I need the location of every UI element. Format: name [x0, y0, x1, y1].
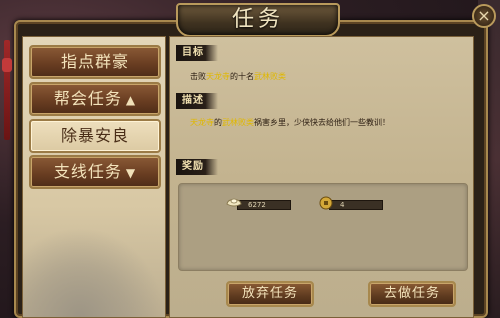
description-heading: 描述	[176, 93, 218, 109]
goal-text: 击败天龙寺的十名武林败类	[190, 71, 286, 83]
tab-label: 帮会任务	[53, 89, 122, 108]
desc-text-part: 的	[214, 118, 222, 127]
go-do-quest-button[interactable]: 去做任务	[368, 281, 456, 307]
goal-enemy-name: 武林败类	[254, 72, 286, 81]
tab-zhidian-qunhao[interactable]: 指点群豪	[29, 45, 161, 79]
tab-side-quests[interactable]: 支线任务 ▼	[29, 155, 161, 189]
reward-heading: 奖励	[176, 159, 218, 175]
desc-place-name: 天龙寺	[190, 118, 214, 127]
quest-detail-panel: 目标 击败天龙寺的十名武林败类 描述 天龙寺的武林败类祸害乡里，少侠快去给他们一…	[169, 36, 474, 318]
desc-text-part: 祸害乡里，少侠快去给他们一些教训！	[254, 118, 390, 127]
tab-guild-quests[interactable]: 帮会任务 ▲	[29, 82, 161, 116]
close-button[interactable]: ×	[472, 4, 496, 28]
coin-icon	[319, 196, 333, 210]
tab-label: 指点群豪	[60, 52, 129, 71]
mountain-painting-decoration	[23, 227, 165, 317]
goal-text-part: 击败	[190, 72, 206, 81]
desc-enemy-name: 武林败类	[222, 118, 254, 127]
chevron-down-icon: ▼	[125, 166, 137, 180]
silver-ingot-icon	[226, 198, 242, 207]
reward-silver-amount: 6272	[237, 200, 291, 210]
tab-chubao-anliang[interactable]: 除暴安良	[29, 119, 161, 153]
chevron-up-icon: ▲	[125, 93, 137, 107]
goal-place-name: 天龙寺	[206, 72, 230, 81]
tab-label: 除暴安良	[60, 126, 129, 145]
goal-heading: 目标	[176, 45, 218, 61]
reward-box: 6272 4	[178, 183, 468, 271]
tassel-knot-decoration	[2, 58, 12, 72]
close-icon: ×	[477, 6, 491, 25]
quest-category-sidebar: 指点群豪 帮会任务 ▲ 除暴安良 支线任务 ▼	[22, 36, 166, 318]
description-text: 天龙寺的武林败类祸害乡里，少侠快去给他们一些教训！	[190, 117, 390, 129]
reward-coin-amount: 4	[329, 200, 383, 210]
window-title-plate: 任务	[176, 3, 340, 37]
abandon-quest-button[interactable]: 放弃任务	[226, 281, 314, 307]
window-title: 任务	[231, 7, 284, 32]
red-tassel-decoration	[4, 40, 10, 140]
goal-text-part: 的十名	[230, 72, 254, 81]
tab-label: 支线任务	[53, 162, 122, 181]
